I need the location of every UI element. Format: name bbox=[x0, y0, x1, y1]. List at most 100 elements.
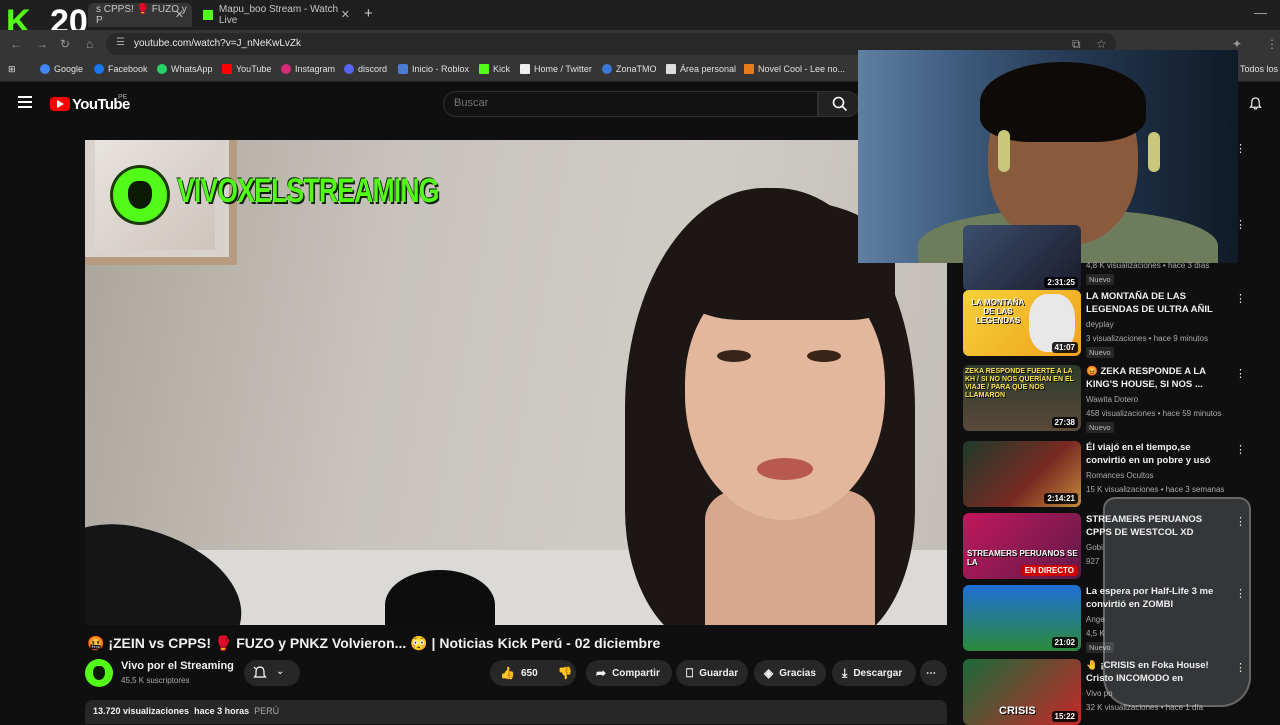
live-badge: EN DIRECTO bbox=[1020, 565, 1078, 576]
video-thumbnail[interactable]: 2:14:21 bbox=[963, 441, 1081, 507]
video-meta: 15 K visualizaciones • hace 3 semanas bbox=[1086, 485, 1225, 494]
bookmark-discord[interactable]: discord bbox=[344, 64, 387, 74]
site-info-icon[interactable]: ☰ bbox=[116, 37, 125, 48]
forward-icon[interactable]: → bbox=[36, 37, 48, 51]
more-options-icon[interactable]: ⋮ bbox=[1235, 142, 1246, 155]
bookmark-all[interactable]: Todos los bbox=[1240, 64, 1278, 74]
bookmark-roblox[interactable]: Inicio - Roblox bbox=[398, 64, 469, 74]
tab-kick-stream[interactable]: Mapu_boo Stream - Watch Live ✕ bbox=[195, 3, 358, 27]
bookmark-youtube[interactable]: YouTube bbox=[222, 64, 271, 74]
close-icon[interactable]: ✕ bbox=[175, 8, 184, 21]
country-tag: PERÚ bbox=[254, 706, 280, 716]
url-text: youtube.com/watch?v=J_nNeKwLvZk bbox=[134, 38, 302, 49]
x-icon bbox=[520, 64, 530, 74]
channel-watermark-logo bbox=[113, 168, 167, 222]
recommended-video[interactable]: 2:31:25 4,8 K visualizaciones • hace 3 d… bbox=[963, 225, 1243, 291]
star-icon[interactable]: ☆ bbox=[1096, 37, 1107, 51]
thanks-button[interactable]: ◈ Gracias bbox=[754, 660, 826, 686]
bookmark-twitter[interactable]: Home / Twitter bbox=[520, 64, 592, 74]
reload-icon[interactable]: ↻ bbox=[60, 37, 70, 51]
channel-name[interactable]: deyplay bbox=[1086, 320, 1114, 329]
headset-icon bbox=[998, 130, 1010, 172]
video-thumbnail[interactable]: STREAMERS PERUANOS SE LA EN DIRECTO bbox=[963, 513, 1081, 579]
bookmark-whatsapp[interactable]: WhatsApp bbox=[157, 64, 213, 74]
video-meta: 4,5 K bbox=[1086, 629, 1105, 638]
facebook-icon bbox=[94, 64, 104, 74]
presenter-eye bbox=[717, 350, 751, 362]
download-button[interactable]: ⤓ Descargar bbox=[832, 660, 916, 686]
view-count: 13.720 visualizaciones bbox=[93, 706, 190, 716]
channel-name[interactable]: Gobi bbox=[1086, 543, 1103, 552]
more-options-icon[interactable]: ⋮ bbox=[1235, 443, 1246, 456]
channel-name[interactable]: Vivo por el Streaming bbox=[121, 660, 234, 672]
description-box[interactable]: 13.720 visualizaciones hace 3 horas PERÚ bbox=[85, 700, 947, 724]
bookmark-google[interactable]: Google bbox=[40, 64, 83, 74]
bookmark-area-personal[interactable]: Área personal bbox=[666, 64, 736, 74]
hamburger-menu-icon[interactable] bbox=[18, 96, 32, 108]
video-thumbnail[interactable]: CRISIS 15:22 bbox=[963, 659, 1081, 725]
video-player[interactable]: VIVOXELSTREAMING bbox=[85, 140, 947, 625]
youtube-logo-icon[interactable] bbox=[50, 97, 70, 111]
video-title[interactable]: 😡 ZEKA RESPONDE A LA KING'S HOUSE, SI NO… bbox=[1086, 365, 1221, 391]
bookmark-instagram[interactable]: Instagram bbox=[281, 64, 335, 74]
close-icon[interactable]: ✕ bbox=[341, 8, 350, 21]
bookmark-novelcool[interactable]: Novel Cool - Lee no... bbox=[744, 64, 845, 74]
thumbs-down-icon[interactable]: 👎 bbox=[558, 666, 573, 680]
presenter-eye bbox=[807, 350, 841, 362]
search-button[interactable] bbox=[818, 91, 860, 117]
like-count: 650 bbox=[520, 667, 538, 679]
share-arrow-icon: ➦ bbox=[596, 666, 607, 680]
search-input[interactable] bbox=[454, 97, 794, 109]
minimize-icon[interactable]: — bbox=[1254, 5, 1267, 20]
more-options-icon[interactable]: ⋮ bbox=[1235, 292, 1246, 305]
channel-avatar[interactable] bbox=[85, 659, 113, 687]
video-thumbnail[interactable]: LA MONTAÑA DE LAS LEGENDAS 41:07 bbox=[963, 290, 1081, 356]
video-meta: 927 bbox=[1086, 557, 1100, 566]
tab-youtube[interactable]: s CPPS! 🥊 FUZO y P ✕ bbox=[88, 3, 192, 27]
video-title[interactable]: LA MONTAÑA DE LAS LEGENDAS DE ULTRA AÑIL… bbox=[1086, 290, 1221, 317]
browser-tab-bar: K 20 s CPPS! 🥊 FUZO y P ✕ Mapu_boo Strea… bbox=[0, 0, 1280, 39]
video-thumbnail[interactable]: ZEKA RESPONDE FUERTE A LA KH / SI NO NOS… bbox=[963, 365, 1081, 431]
back-icon[interactable]: ← bbox=[10, 37, 22, 51]
subscriber-count: 45,5 K suscriptores bbox=[121, 676, 190, 685]
duration-badge: 2:14:21 bbox=[1044, 493, 1078, 504]
video-title[interactable]: Él viajó en el tiempo,se convirtió en un… bbox=[1086, 441, 1221, 468]
channel-name[interactable]: Ange bbox=[1086, 615, 1105, 624]
bookmark-facebook[interactable]: Facebook bbox=[94, 64, 148, 74]
more-options-icon[interactable]: ⋮ bbox=[1235, 367, 1246, 380]
channel-watermark-text: VIVOXELSTREAMING bbox=[177, 172, 439, 210]
share-button[interactable]: ➦ Compartir bbox=[586, 660, 672, 686]
kick-favicon-icon bbox=[203, 10, 213, 20]
video-thumbnail[interactable]: 2:31:25 bbox=[963, 225, 1081, 291]
channel-name[interactable]: Romances Ocultos bbox=[1086, 471, 1154, 480]
view-count-row: 13.720 visualizaciones hace 3 horas PERÚ bbox=[93, 706, 279, 716]
like-dislike-group[interactable]: 👍 650 👎 bbox=[490, 660, 576, 686]
video-thumbnail[interactable]: 21:02 bbox=[963, 585, 1081, 651]
extensions-icon[interactable]: ✦ bbox=[1232, 37, 1242, 51]
new-badge: Nuevo bbox=[1086, 422, 1114, 433]
chevron-down-icon: ⌄ bbox=[276, 666, 285, 677]
recommended-video[interactable]: LA MONTAÑA DE LAS LEGENDAS 41:07 LA MONT… bbox=[963, 290, 1246, 358]
thumbnail-text: ZEKA RESPONDE FUERTE A LA KH / SI NO NOS… bbox=[965, 368, 1074, 399]
home-icon[interactable]: ⌂ bbox=[86, 37, 93, 51]
headset-icon bbox=[1148, 132, 1160, 172]
thumbnail-text: LA MONTAÑA DE LAS LEGENDAS bbox=[971, 298, 1025, 325]
search-box[interactable] bbox=[443, 91, 818, 117]
thumbs-up-icon[interactable]: 👍 bbox=[500, 666, 515, 680]
bookmark-kick[interactable]: Kick bbox=[479, 64, 510, 74]
duration-badge: 15:22 bbox=[1051, 711, 1078, 722]
bookmark-zonatmo[interactable]: ZonaTMO bbox=[602, 64, 657, 74]
save-button[interactable]: ⎕ Guardar bbox=[676, 660, 748, 686]
channel-name[interactable]: Wawita Dotero bbox=[1086, 395, 1138, 404]
subscription-bell-button[interactable]: ⌄ bbox=[244, 660, 300, 686]
google-icon bbox=[40, 64, 50, 74]
document-icon bbox=[666, 64, 676, 74]
more-options-icon[interactable]: ⋮ bbox=[1235, 218, 1246, 231]
more-actions-button[interactable]: ⋯ bbox=[920, 660, 947, 686]
download-icon: ⤓ bbox=[842, 665, 848, 680]
recommended-video[interactable]: ZEKA RESPONDE FUERTE A LA KH / SI NO NOS… bbox=[963, 365, 1246, 433]
apps-grid-icon[interactable]: ⊞ bbox=[8, 64, 16, 75]
new-tab-button[interactable]: + bbox=[364, 5, 373, 22]
browser-menu-icon[interactable]: ⋮ bbox=[1266, 37, 1278, 51]
notifications-bell-icon[interactable] bbox=[1249, 97, 1262, 110]
